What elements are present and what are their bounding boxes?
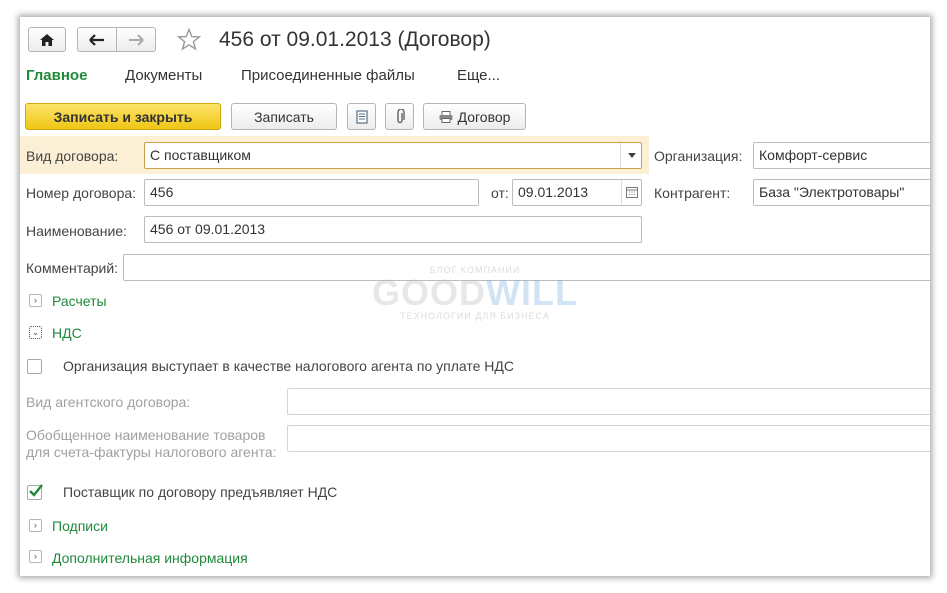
arrow-left-icon [89, 33, 105, 46]
supplier-vat-label: Поставщик по договору предъявляет НДС [63, 484, 338, 500]
name-label: Наименование: [26, 223, 127, 239]
print-contract-button[interactable]: Договор [423, 103, 526, 130]
name-field[interactable]: 456 от 09.01.2013 [144, 216, 642, 243]
tab-documents[interactable]: Документы [125, 67, 202, 84]
goods-name-field[interactable] [287, 425, 930, 452]
checkmark-icon [28, 483, 44, 499]
save-button[interactable]: Записать [231, 103, 337, 130]
contract-number-value: 456 [150, 184, 174, 200]
goods-name-label-2: для счета-фактуры налогового агента: [26, 444, 277, 460]
counterparty-field[interactable]: База "Электротовары" [753, 179, 930, 206]
document-button[interactable] [347, 103, 376, 130]
name-value: 456 от 09.01.2013 [150, 221, 266, 237]
home-icon [39, 33, 55, 47]
paperclip-icon [395, 108, 405, 125]
vat-collapse-icon[interactable]: ⌄ [29, 326, 42, 339]
contract-number-field[interactable]: 456 [144, 179, 479, 206]
tab-more[interactable]: Еще... [457, 67, 500, 84]
date-label: от: [491, 185, 509, 201]
tab-attached-files[interactable]: Присоединенные файлы [241, 67, 415, 84]
arrow-right-icon [128, 33, 144, 46]
agent-contract-field[interactable] [287, 388, 930, 415]
signatures-expander-icon[interactable]: › [29, 519, 42, 532]
counterparty-label: Контрагент: [654, 185, 731, 201]
document-icon [355, 109, 368, 124]
watermark: БЛОГ КОМПАНИИ GOODWILL ТЕХНОЛОГИИ ДЛЯ БИ… [355, 265, 595, 321]
chevron-down-icon[interactable] [620, 143, 642, 168]
tab-main[interactable]: Главное [26, 67, 87, 84]
organization-value: Комфорт-сервис [759, 147, 868, 163]
home-button[interactable] [28, 27, 66, 52]
additional-info-expander-icon[interactable]: › [29, 550, 42, 563]
organization-label: Организация: [654, 148, 743, 164]
contract-type-label: Вид договора: [26, 148, 119, 164]
star-icon[interactable] [177, 28, 201, 51]
printer-icon [439, 110, 453, 123]
contract-number-label: Номер договора: [26, 185, 137, 201]
contract-type-select[interactable]: С поставщиком [144, 142, 642, 169]
window-title: 456 от 09.01.2013 (Договор) [219, 28, 491, 51]
date-value: 09.01.2013 [518, 184, 589, 200]
attach-button[interactable] [385, 103, 414, 130]
print-contract-label: Договор [457, 108, 511, 125]
payments-expander-icon[interactable]: › [29, 294, 42, 307]
save-and-close-button[interactable]: Записать и закрыть [25, 103, 221, 130]
organization-field[interactable]: Комфорт-сервис [753, 142, 930, 169]
agent-contract-label: Вид агентского договора: [26, 394, 191, 410]
tax-agent-checkbox[interactable] [27, 359, 42, 374]
counterparty-value: База "Электротовары" [759, 184, 905, 200]
watermark-brand-right: WILL [486, 272, 578, 313]
section-signatures[interactable]: Подписи [52, 518, 108, 534]
contract-type-value: С поставщиком [150, 147, 251, 163]
section-additional-info[interactable]: Дополнительная информация [52, 550, 248, 566]
supplier-vat-checkbox[interactable] [27, 483, 44, 500]
goods-name-label-1: Обобщенное наименование товаров [26, 427, 266, 443]
section-vat[interactable]: НДС [52, 325, 82, 341]
watermark-brand-left: GOOD [372, 272, 487, 313]
comment-label: Комментарий: [26, 260, 119, 276]
contract-form-window: 456 от 09.01.2013 (Договор) Главное Доку… [20, 17, 930, 576]
back-button[interactable] [77, 27, 117, 52]
forward-button[interactable] [116, 27, 156, 52]
section-payments[interactable]: Расчеты [52, 293, 107, 309]
tax-agent-label: Организация выступает в качестве налогов… [63, 358, 514, 374]
calendar-icon[interactable] [621, 180, 642, 205]
